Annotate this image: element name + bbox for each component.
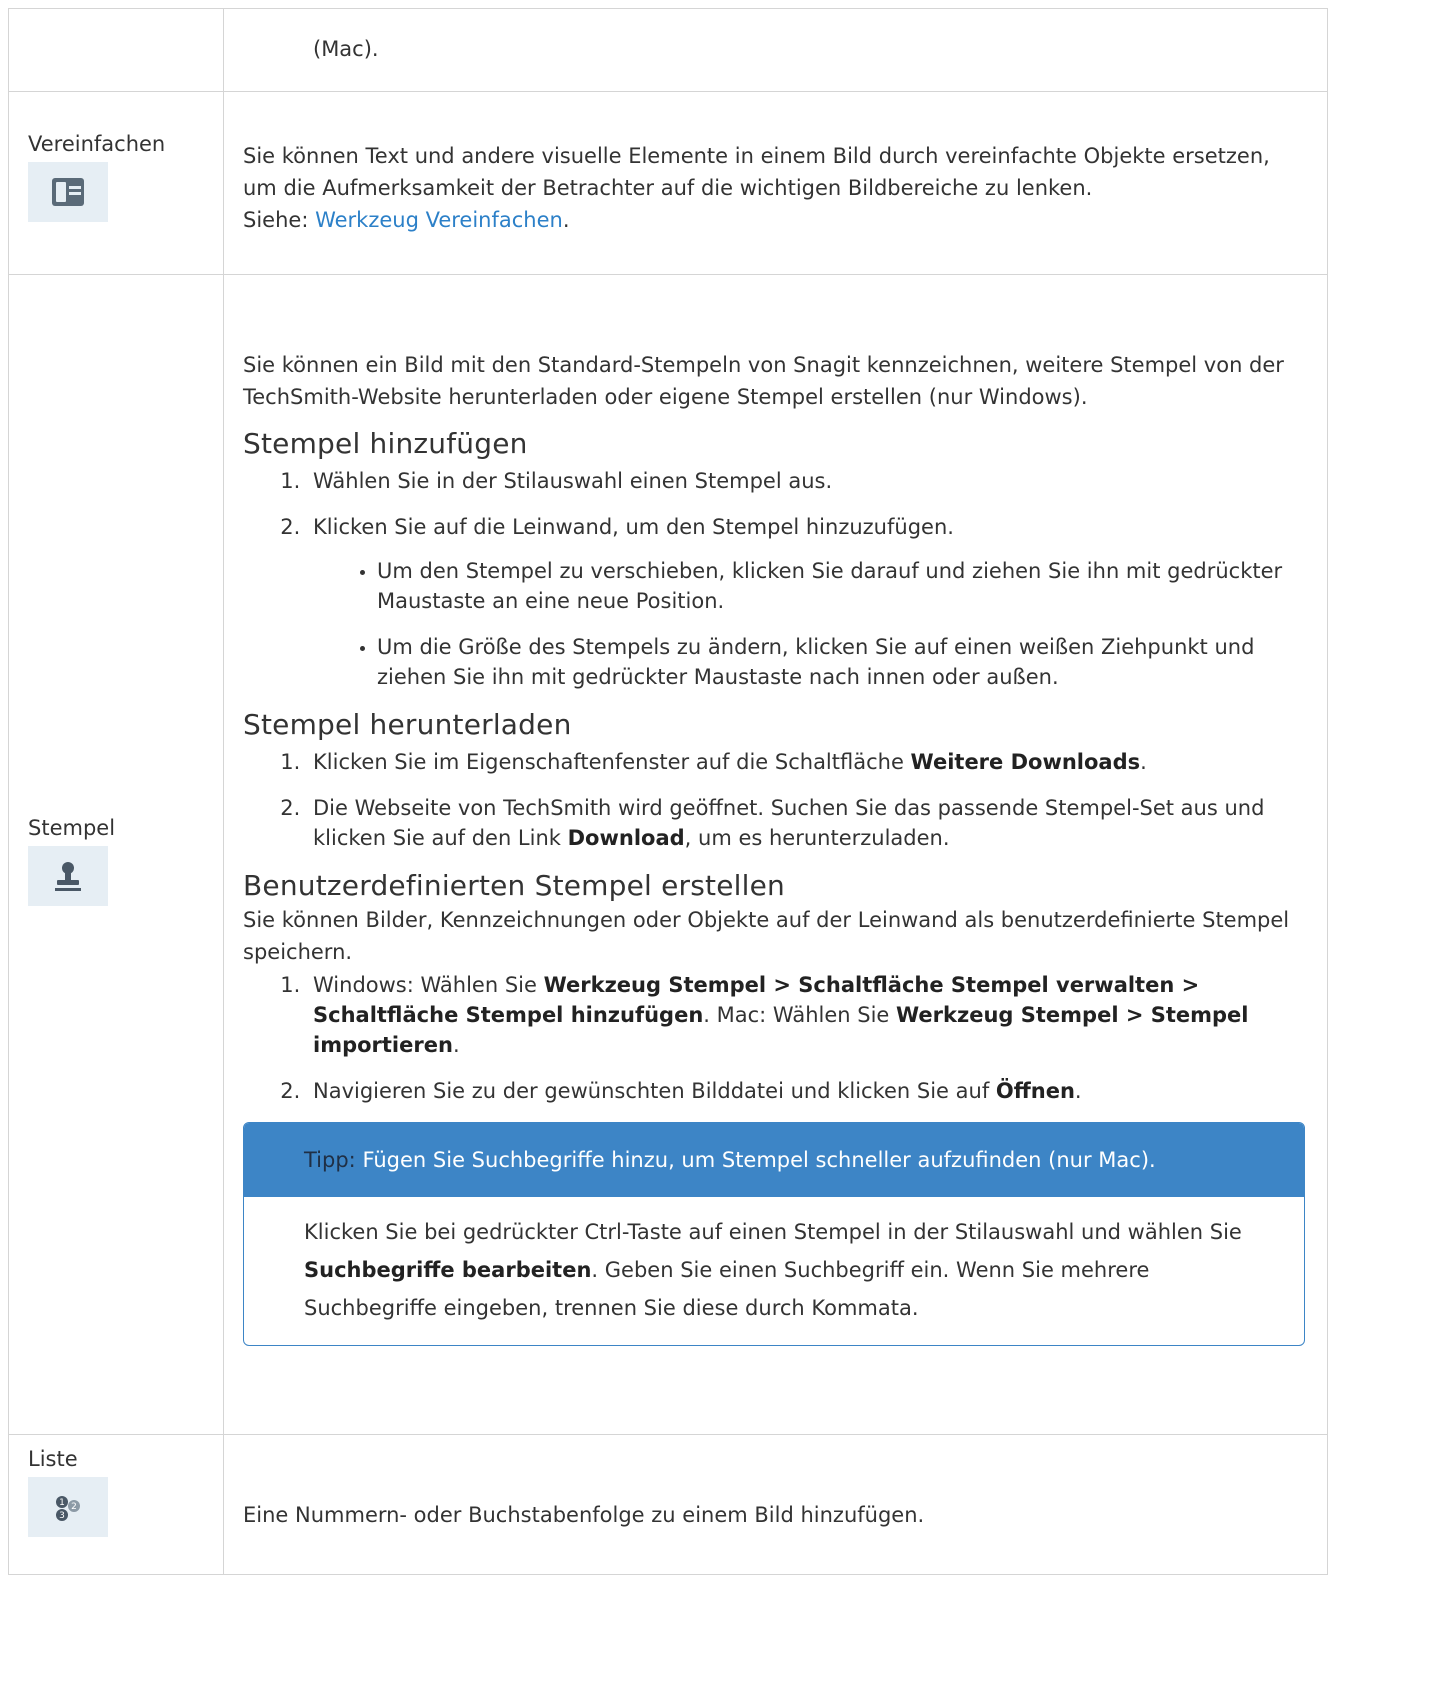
simplify-icon [28, 162, 108, 222]
tools-table: (Mac). Vereinfachen Sie können Text und … [8, 8, 1328, 1575]
text: Windows: Wählen Sie [313, 973, 544, 997]
list-item: Die Webseite von TechSmith wird geöffnet… [307, 793, 1307, 853]
list-item: Klicken Sie auf die Leinwand, um den Ste… [307, 512, 1307, 692]
text: . [1140, 750, 1147, 774]
table-row: (Mac). [8, 8, 1328, 92]
stamp-icon [28, 845, 108, 906]
tool-name-stamp: Stempel [28, 815, 116, 840]
ui-term: Öffnen [995, 1079, 1075, 1103]
list-description: Eine Nummern- oder Buchstabenfolge zu ei… [243, 1502, 925, 1527]
label-cell-list: Liste 1 2 3 [8, 1434, 224, 1575]
add-step-1: Wählen Sie in der Stilauswahl einen Stem… [313, 469, 833, 493]
mac-text: (Mac). [313, 37, 379, 61]
heading-custom-stamp: Benutzerdefinierten Stempel erstellen [243, 869, 785, 902]
tip-box: Tipp: Fügen Sie Suchbegriffe hinzu, um S… [243, 1122, 1305, 1346]
table-row-simplify: Vereinfachen Sie können Text und andere … [8, 91, 1328, 275]
tip-label: Tipp: [304, 1148, 356, 1172]
list-item: Wählen Sie in der Stilauswahl einen Stem… [307, 466, 1307, 496]
tip-body: Klicken Sie bei gedrückter Ctrl-Taste au… [244, 1197, 1304, 1345]
content-cell-stamp: Sie können ein Bild mit den Standard-Ste… [223, 274, 1328, 1435]
stamp-intro: Sie können ein Bild mit den Standard-Ste… [243, 353, 1284, 409]
label-cell-simplify: Vereinfachen [8, 91, 224, 275]
add-step-2: Klicken Sie auf die Leinwand, um den Ste… [313, 515, 954, 539]
text: Navigieren Sie zu der gewünschten Bildda… [313, 1079, 996, 1103]
text: . Mac: Wählen Sie [703, 1003, 897, 1027]
ui-term: Suchbegriffe bearbeiten [304, 1258, 592, 1282]
simplify-description: Sie können Text und andere visuelle Elem… [243, 144, 1270, 200]
simplify-see-line: Siehe: Werkzeug Vereinfachen. [243, 204, 1307, 236]
svg-text:2: 2 [71, 1502, 77, 1512]
text: . [452, 1033, 460, 1057]
bullet-item: Um den Stempel zu verschieben, klicken S… [360, 556, 1307, 616]
content-cell-mac: (Mac). [223, 8, 1328, 92]
tool-name-simplify: Vereinfachen [28, 132, 166, 156]
text: . [1074, 1079, 1082, 1103]
text: Klicken Sie bei gedrückter Ctrl-Taste au… [304, 1220, 1242, 1244]
custom-steps-list: Windows: Wählen Sie Werkzeug Stempel > S… [243, 970, 1307, 1106]
tip-title: Fügen Sie Suchbegriffe hinzu, um Stempel… [355, 1148, 1156, 1172]
simplify-tool-link[interactable]: Werkzeug Vereinfachen [315, 208, 563, 232]
custom-intro: Sie können Bilder, Kennzeichnungen oder … [243, 908, 1290, 964]
table-row-list: Liste 1 2 3 Eine Nummern- oder Buchstabe… [8, 1434, 1328, 1575]
list-item: Windows: Wählen Sie Werkzeug Stempel > S… [307, 970, 1307, 1060]
table-row-stamp: Stempel Sie können ein Bild mit den Stan… [8, 274, 1328, 1435]
add-steps-list: Wählen Sie in der Stilauswahl einen Stem… [243, 466, 1307, 692]
numbered-list-icon: 1 2 3 [28, 1476, 108, 1537]
heading-add-stamp: Stempel hinzufügen [243, 427, 528, 460]
text: , um es herunterzuladen. [684, 826, 950, 850]
see-suffix: . [562, 208, 570, 232]
see-prefix: Siehe: [243, 208, 316, 232]
label-cell-empty [8, 8, 224, 92]
download-steps-list: Klicken Sie im Eigenschaftenfenster auf … [243, 747, 1307, 853]
list-item: Navigieren Sie zu der gewünschten Bildda… [307, 1076, 1307, 1106]
ui-term: Weitere Downloads [910, 750, 1141, 774]
svg-text:3: 3 [59, 1511, 65, 1521]
bullet-item: Um die Größe des Stempels zu ändern, kli… [360, 632, 1307, 692]
list-item: Klicken Sie im Eigenschaftenfenster auf … [307, 747, 1307, 777]
text: Klicken Sie im Eigenschaftenfenster auf … [313, 750, 911, 774]
label-cell-stamp: Stempel [8, 274, 224, 1435]
svg-text:1: 1 [59, 1498, 65, 1508]
tip-header: Tipp: Fügen Sie Suchbegriffe hinzu, um S… [244, 1123, 1304, 1197]
heading-download-stamp: Stempel herunterladen [243, 708, 572, 741]
add-bullets: Um den Stempel zu verschieben, klicken S… [313, 556, 1307, 692]
ui-term: Download [567, 826, 685, 850]
content-cell-simplify: Sie können Text und andere visuelle Elem… [223, 91, 1328, 275]
content-cell-list: Eine Nummern- oder Buchstabenfolge zu ei… [223, 1434, 1328, 1575]
tool-name-list: Liste [28, 1446, 78, 1471]
